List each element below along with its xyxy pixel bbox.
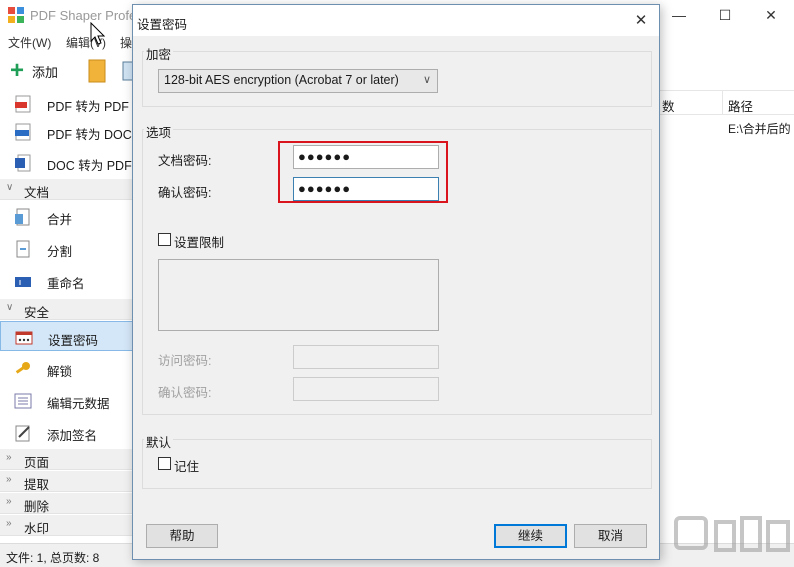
access-confirm-label: 确认密码:	[158, 386, 212, 400]
sidebar-item-pdf-to-doc[interactable]: PDF 转为 DOC	[0, 116, 134, 146]
restrict-label[interactable]: 设置限制	[174, 232, 224, 251]
default-group-label: 默认	[144, 432, 174, 451]
key-icon	[15, 362, 30, 374]
sidebar-item-unlock[interactable]: 解锁	[0, 353, 134, 383]
chevron-down-icon: ∨	[6, 302, 14, 313]
maximize-button[interactable]: ☐	[702, 0, 748, 30]
close-button[interactable]: ✕	[748, 0, 794, 30]
folder-icon[interactable]	[88, 59, 106, 83]
sidebar-item-edit-metadata[interactable]: 编辑元数据	[0, 385, 134, 415]
table-header: 数 路径	[660, 91, 794, 115]
rename-icon	[15, 277, 31, 287]
signature-icon	[15, 425, 30, 442]
cancel-button[interactable]: 取消	[574, 524, 647, 548]
category-label: 水印	[24, 522, 50, 536]
column-header-path[interactable]: 路径	[728, 96, 753, 115]
doc-file-icon	[15, 123, 31, 141]
merge-icon	[15, 208, 30, 226]
category-label: 文档	[24, 186, 50, 200]
options-group-label: 选项	[144, 122, 174, 141]
access-password-label: 访问密码:	[158, 354, 212, 368]
dialog-title: 设置密码	[137, 18, 188, 32]
sidebar-item-set-password[interactable]: 设置密码	[0, 321, 134, 351]
confirm-password-label: 确认密码:	[158, 186, 212, 200]
access-confirm-input[interactable]	[293, 377, 439, 401]
password-icon	[15, 331, 33, 345]
sidebar-item-add-signature[interactable]: 添加签名	[0, 417, 134, 447]
chevron-right-icon: »	[6, 496, 12, 507]
encryption-select[interactable]: 128-bit AES encryption (Acrobat 7 or lat…	[158, 69, 438, 93]
sidebar-category-extract[interactable]: » 提取	[0, 471, 134, 492]
sidebar-item-split[interactable]: 分割	[0, 233, 134, 263]
add-label: 添加	[32, 64, 59, 80]
category-label: 页面	[24, 456, 50, 470]
sidebar-item-label: PDF 转为 DOC	[47, 128, 132, 142]
category-label: 安全	[24, 306, 50, 320]
sidebar-category-watermark[interactable]: » 水印	[0, 515, 134, 536]
column-divider	[722, 91, 723, 115]
sidebar-item-merge[interactable]: 合并	[0, 201, 134, 231]
mouse-cursor-icon	[90, 22, 106, 45]
access-password-input[interactable]	[293, 345, 439, 369]
status-text: 文件: 1, 总页数: 8	[6, 551, 100, 565]
restriction-list	[158, 259, 439, 331]
chevron-right-icon: »	[6, 452, 12, 463]
add-button[interactable]: + 添加	[10, 57, 59, 84]
remember-checkbox[interactable]	[158, 457, 171, 470]
help-button[interactable]: 帮助	[146, 524, 218, 548]
document-password-label: 文档密码:	[158, 154, 212, 168]
sidebar-item-label: 合并	[47, 213, 73, 227]
continue-button[interactable]: 继续	[494, 524, 567, 548]
sidebar-item-label: 编辑元数据	[47, 397, 110, 411]
category-label: 删除	[24, 500, 50, 514]
default-group	[142, 439, 652, 489]
set-password-dialog: 设置密码 ✕ 加密 128-bit AES encryption (Acroba…	[132, 4, 660, 560]
remember-label[interactable]: 记住	[174, 456, 199, 475]
table-cell-path: E:\合并后的	[728, 122, 791, 136]
sidebar-item-label: 解锁	[47, 365, 73, 379]
pdf-file-icon	[15, 95, 31, 113]
app-title: PDF Shaper Profe	[30, 8, 137, 23]
sidebar-category-delete[interactable]: » 删除	[0, 493, 134, 514]
dialog-close-button[interactable]: ✕	[631, 11, 651, 31]
sidebar-category-security[interactable]: ∨ 安全	[0, 299, 134, 320]
word-file-icon	[15, 154, 31, 172]
sidebar-item-pdf-to-pdf[interactable]: PDF 转为 PDF	[0, 88, 134, 118]
plus-icon: +	[10, 57, 25, 84]
password-highlight-box	[278, 141, 448, 203]
chevron-down-icon: ∨	[422, 74, 431, 86]
chevron-down-icon: ∨	[6, 182, 14, 193]
split-icon	[16, 240, 30, 258]
dialog-title-bar: 设置密码 ✕	[133, 5, 659, 36]
menu-file[interactable]: 文件(W)	[8, 34, 51, 51]
sidebar-item-label: DOC 转为 PDF	[47, 159, 132, 173]
chevron-right-icon: »	[6, 518, 12, 529]
sidebar-item-label: 分割	[47, 245, 73, 259]
encryption-group-label: 加密	[144, 44, 174, 63]
sidebar-item-doc-to-pdf[interactable]: DOC 转为 PDF	[0, 147, 134, 177]
sidebar-item-label: 重命名	[47, 277, 85, 291]
metadata-icon	[14, 393, 32, 409]
app-logo-icon	[8, 7, 24, 23]
sidebar-item-label: PDF 转为 PDF	[47, 100, 129, 114]
sidebar-category-pages[interactable]: » 页面	[0, 449, 134, 470]
restrict-checkbox[interactable]	[158, 233, 171, 246]
category-label: 提取	[24, 478, 50, 492]
menu-operate[interactable]: 操	[120, 34, 132, 51]
column-header-count[interactable]: 数	[662, 96, 675, 115]
sidebar: PDF 转为 PDF PDF 转为 DOC DOC 转为 PDF ∨ 文档 合并…	[0, 88, 134, 543]
table-row[interactable]: E:\合并后的	[660, 116, 794, 138]
minimize-button[interactable]: —	[656, 0, 702, 30]
watermark-logo-icon	[674, 516, 790, 552]
sidebar-category-document[interactable]: ∨ 文档	[0, 179, 134, 200]
sidebar-item-rename[interactable]: 重命名	[0, 265, 134, 295]
sidebar-item-label: 添加签名	[47, 429, 98, 443]
chevron-right-icon: »	[6, 474, 12, 485]
encryption-select-value: 128-bit AES encryption (Acrobat 7 or lat…	[164, 73, 399, 87]
sidebar-item-label: 设置密码	[48, 334, 99, 348]
